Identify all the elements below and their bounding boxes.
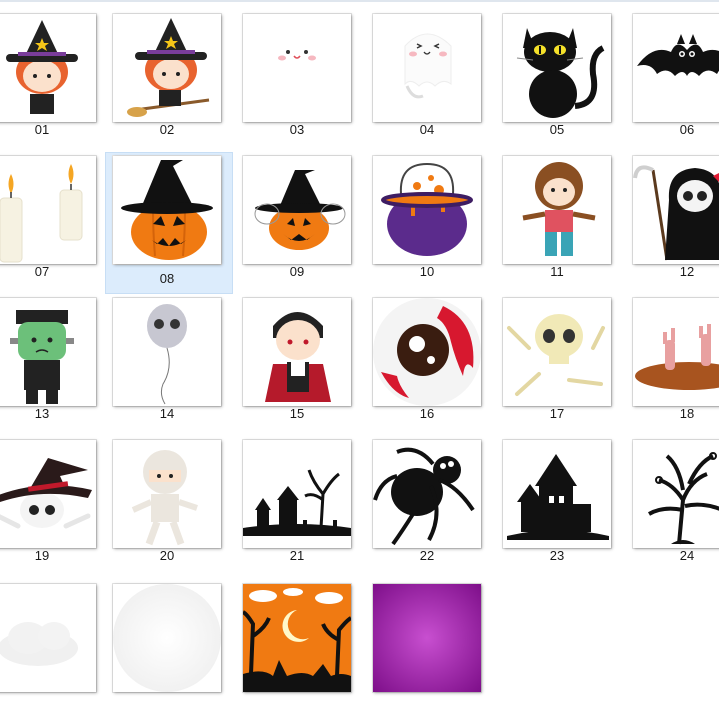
halloween-night-background-icon xyxy=(243,584,351,692)
file-name: 18 xyxy=(679,406,695,421)
file-name: 03 xyxy=(289,122,305,137)
file-name: 20 xyxy=(159,548,175,563)
file-item[interactable] xyxy=(0,573,107,715)
skull-balloon-icon xyxy=(113,298,221,406)
file-name: 08 xyxy=(159,271,175,286)
file-item[interactable]: 02 xyxy=(107,5,237,147)
cute-ghost-icon xyxy=(373,14,481,122)
file-item[interactable]: 05 xyxy=(497,5,627,147)
file-item[interactable]: 09 xyxy=(237,147,367,289)
file-name: 19 xyxy=(34,548,50,563)
werewolf-kid-icon xyxy=(503,156,611,264)
file-name: 05 xyxy=(549,122,565,137)
file-item[interactable]: 18 xyxy=(627,289,719,431)
grim-reaper-icon xyxy=(633,156,719,264)
file-name: 23 xyxy=(549,548,565,563)
file-item[interactable]: 07 xyxy=(0,147,107,289)
white-glow-icon xyxy=(113,584,221,692)
file-name: 11 xyxy=(550,264,564,279)
file-name: 02 xyxy=(159,122,175,137)
file-name: 06 xyxy=(679,122,695,137)
file-item[interactable]: 10 xyxy=(367,147,497,289)
file-item[interactable] xyxy=(367,573,497,715)
file-item[interactable]: 21 xyxy=(237,431,367,573)
frankenstein-icon xyxy=(0,298,96,406)
witch-girl-icon xyxy=(0,14,96,122)
file-item[interactable]: 03 xyxy=(237,5,367,147)
file-item[interactable]: 04 xyxy=(367,5,497,147)
cloud-icon xyxy=(0,584,96,692)
file-item[interactable]: 20 xyxy=(107,431,237,573)
file-name: 16 xyxy=(419,406,435,421)
pumpkin-witch-hat-icon xyxy=(113,156,221,264)
purple-background-icon xyxy=(373,584,481,692)
file-name: 21 xyxy=(289,548,305,563)
file-item[interactable] xyxy=(237,573,367,715)
file-item[interactable]: 22 xyxy=(367,431,497,573)
file-item[interactable]: 19 xyxy=(0,431,107,573)
haunted-town-silhouette-icon xyxy=(243,440,351,548)
pumpkin-hat-spiders-icon xyxy=(243,156,351,264)
file-name: 07 xyxy=(34,264,50,279)
file-item[interactable]: 06 xyxy=(627,5,719,147)
candles-icon xyxy=(0,156,96,264)
file-name: 13 xyxy=(34,406,50,421)
file-item[interactable]: 14 xyxy=(107,289,237,431)
file-name: 09 xyxy=(289,264,305,279)
top-border xyxy=(0,0,719,2)
zombie-hands-icon xyxy=(633,298,719,406)
cauldron-icon xyxy=(373,156,481,264)
vampire-icon xyxy=(243,298,351,406)
spooky-tree-icon xyxy=(633,440,719,548)
file-name: 10 xyxy=(419,264,435,279)
bat-icon xyxy=(633,14,719,122)
file-item[interactable]: 17 xyxy=(497,289,627,431)
spider-icon xyxy=(373,440,481,548)
file-item[interactable]: 23 xyxy=(497,431,627,573)
file-item-selected[interactable]: 08 xyxy=(105,152,233,294)
file-name: 01 xyxy=(34,122,50,137)
haunted-house-icon xyxy=(503,440,611,548)
file-name: 22 xyxy=(419,548,435,563)
bloody-eyeball-icon xyxy=(373,298,481,406)
file-item[interactable]: 16 xyxy=(367,289,497,431)
black-cat-icon xyxy=(503,14,611,122)
file-item[interactable] xyxy=(107,573,237,715)
file-name: 04 xyxy=(419,122,435,137)
file-item[interactable]: 11 xyxy=(497,147,627,289)
file-item[interactable]: 12 xyxy=(627,147,719,289)
file-name: 17 xyxy=(549,406,565,421)
file-item[interactable]: 15 xyxy=(237,289,367,431)
file-item[interactable]: 13 xyxy=(0,289,107,431)
cute-face-icon xyxy=(243,14,351,122)
file-name: 14 xyxy=(159,406,175,421)
mummy-icon xyxy=(113,440,221,548)
file-name: 15 xyxy=(289,406,305,421)
file-name: 12 xyxy=(679,264,695,279)
witch-on-broom-icon xyxy=(113,14,221,122)
skull-bones-icon xyxy=(503,298,611,406)
file-item[interactable]: 24 xyxy=(627,431,719,573)
file-item[interactable]: 01 xyxy=(0,5,107,147)
file-name: 24 xyxy=(679,548,695,563)
skull-witch-hat-icon xyxy=(0,440,96,548)
